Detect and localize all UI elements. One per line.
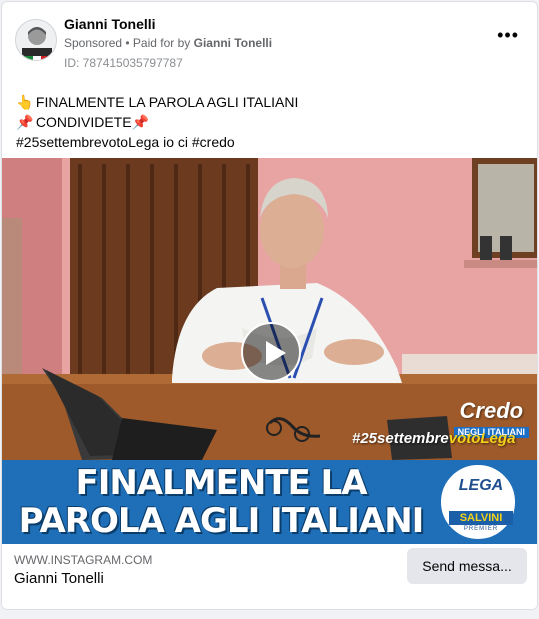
lega-logo-salvini: SALVINI bbox=[449, 511, 513, 525]
ad-id: ID: 787415035797787 bbox=[64, 56, 183, 70]
caption-hashtags[interactable]: #25settembrevotoLega io ci #credo bbox=[16, 132, 526, 152]
hashtag-yellow: votoLega bbox=[448, 430, 516, 447]
caption-line-2: 📌 CONDIVIDETE📌 bbox=[16, 112, 526, 132]
hashtag-white: #25settembre bbox=[352, 430, 449, 447]
paid-by-name[interactable]: Gianni Tonelli bbox=[194, 36, 272, 50]
link-footer[interactable]: WWW.INSTAGRAM.COM Gianni Tonelli Send me… bbox=[2, 544, 537, 609]
sponsored-line: Sponsored • Paid for by Gianni Tonelli bbox=[64, 36, 272, 50]
banner-headline: FINALMENTE LA PAROLA AGLI ITALIANI bbox=[6, 464, 436, 540]
avatar-icon bbox=[16, 20, 56, 60]
lega-logo-premier: PREMIER bbox=[463, 526, 499, 532]
lega-logo-circle: LEGA SALVINI PREMIER bbox=[438, 462, 518, 542]
sponsored-label: Sponsored bbox=[64, 36, 123, 50]
more-options-button[interactable]: ••• bbox=[497, 26, 519, 44]
post-caption: 👆 FINALMENTE LA PAROLA AGLI ITALIANI 📌 C… bbox=[16, 92, 526, 152]
link-domain[interactable]: WWW.INSTAGRAM.COM bbox=[14, 553, 152, 567]
lega-logo-name: LEGA bbox=[458, 477, 504, 494]
caption-line-2-text: CONDIVIDETE bbox=[35, 114, 132, 130]
video-player[interactable]: Credo NEGLI ITALIANI #25settembrevotoLeg… bbox=[2, 158, 537, 544]
link-title[interactable]: Gianni Tonelli bbox=[14, 570, 104, 587]
caption-line-1: 👆 FINALMENTE LA PAROLA AGLI ITALIANI bbox=[16, 92, 526, 112]
pointing-up-icon: 👆 bbox=[16, 94, 34, 110]
caption-line-1-text: FINALMENTE LA PAROLA AGLI ITALIANI bbox=[35, 94, 299, 110]
ad-card: Gianni Tonelli Sponsored • Paid for by G… bbox=[1, 1, 538, 610]
pushpin-icon: 📌 bbox=[16, 114, 34, 130]
credo-title: Credo bbox=[459, 398, 524, 423]
video-banner: FINALMENTE LA PAROLA AGLI ITALIANI LEGA … bbox=[2, 460, 537, 544]
send-message-button[interactable]: Send messa... bbox=[407, 548, 527, 584]
banner-line-2: PAROLA AGLI ITALIANI bbox=[18, 501, 425, 541]
pushpin-icon: 📌 bbox=[131, 114, 150, 130]
avatar[interactable] bbox=[15, 19, 57, 61]
post-header: Gianni Tonelli Sponsored • Paid for by G… bbox=[2, 2, 537, 82]
hashtag-overlay: #25settembrevotoLega bbox=[352, 430, 515, 447]
lega-logo: LEGA SALVINI PREMIER bbox=[438, 462, 528, 542]
banner-line-1: FINALMENTE LA bbox=[75, 463, 367, 503]
author-name[interactable]: Gianni Tonelli bbox=[64, 16, 156, 32]
paid-prefix: • Paid for by bbox=[125, 36, 191, 50]
play-icon[interactable] bbox=[241, 322, 301, 382]
